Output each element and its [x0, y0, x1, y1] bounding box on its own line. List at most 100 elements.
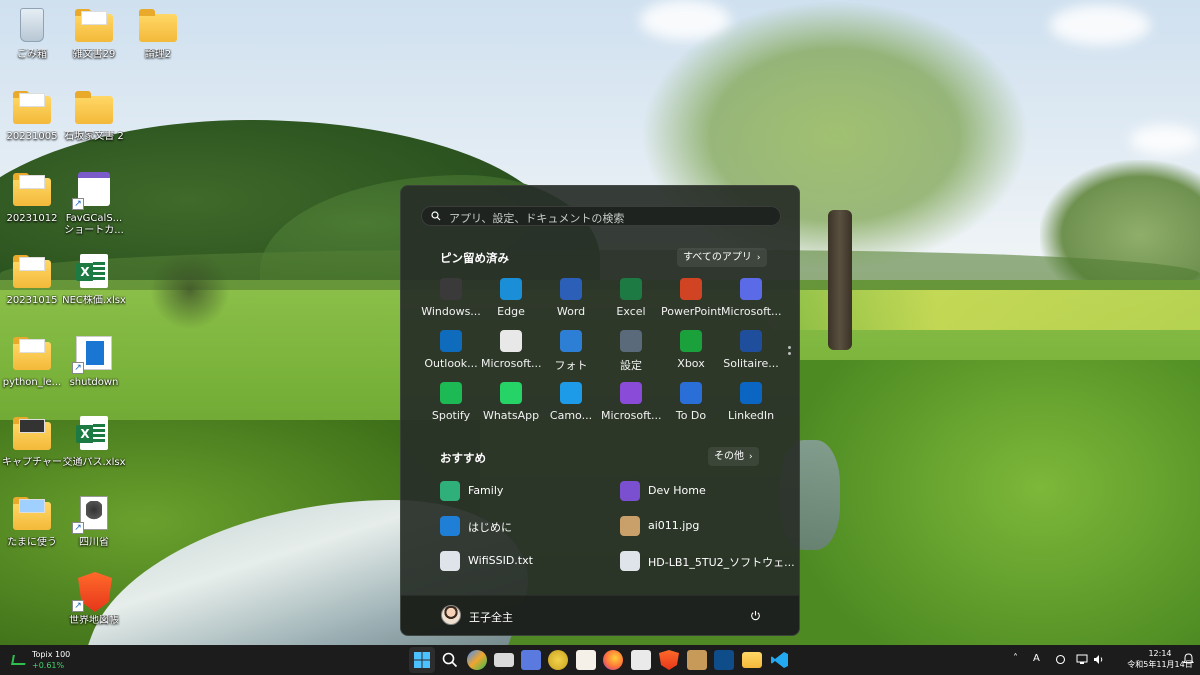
recommended-item-label: Family [468, 484, 504, 497]
pinned-app[interactable]: Microsoft... [601, 378, 661, 426]
desktop-icon-label: 20231005 [6, 131, 58, 142]
desktop-icon-label: python_le... [2, 377, 62, 388]
pinned-app[interactable]: WhatsApp [481, 378, 541, 426]
user-name[interactable]: 王子全主 [469, 609, 513, 625]
pinned-app[interactable]: Xbox [661, 326, 721, 374]
desktop-icon-folder[interactable]: 石坂家文書 2 [62, 88, 126, 143]
volume-icon[interactable] [1093, 654, 1105, 665]
notification-bell-icon[interactable] [1183, 653, 1194, 665]
desktop-icon-recycle-bin[interactable]: ごみ箱 [0, 6, 64, 61]
ime-indicator[interactable]: A [1033, 653, 1040, 664]
recommended-item[interactable]: はじめに [440, 512, 615, 540]
desktop-icon-label: 四川省 [79, 537, 109, 548]
avatar[interactable] [441, 605, 461, 625]
pinned-app-label: Xbox [677, 357, 705, 370]
desktop-icon-shortcut[interactable]: ↗ shutdown [62, 334, 126, 389]
vscode-icon[interactable] [770, 650, 790, 670]
all-apps-label: すべてのアプリ [683, 252, 752, 263]
all-apps-button[interactable]: すべてのアプリ › [677, 248, 767, 267]
pinned-app[interactable]: Solitaire... [721, 326, 781, 374]
pinned-app[interactable]: 設定 [601, 326, 661, 374]
pinned-app[interactable]: PowerPoint [661, 274, 721, 322]
pinned-app[interactable]: To Do [661, 378, 721, 426]
search-input[interactable]: アプリ、設定、ドキュメントの検索 [421, 206, 781, 226]
desktop-icon-label: キャプチャー [2, 457, 62, 468]
recommended-item-label: ai011.jpg [648, 519, 700, 532]
recommended-item[interactable]: HD-LB1_5TU2_ソフトウェ... [620, 547, 795, 575]
recommended-section-title: おすすめ [440, 451, 486, 465]
pinned-app[interactable]: Word [541, 274, 601, 322]
brave-browser-icon: ↗ [72, 572, 116, 612]
pinned-app[interactable]: LinkedIn [721, 378, 781, 426]
pinned-app-label: Microsoft... [721, 305, 781, 318]
recommended-item[interactable]: Family [440, 477, 615, 505]
search-placeholder: アプリ、設定、ドキュメントの検索 [449, 212, 625, 225]
start-button-icon[interactable] [412, 650, 432, 670]
pinned-app-label: 設定 [620, 359, 642, 372]
notepad-app-icon[interactable] [631, 650, 651, 670]
recommended-item[interactable]: ai011.jpg [620, 512, 795, 540]
pinned-app-label: Microsoft... [481, 357, 541, 370]
pinned-app[interactable]: Microsoft... [481, 326, 541, 374]
audio-app-icon[interactable] [576, 650, 596, 670]
camera-app-icon[interactable] [548, 650, 568, 670]
start-menu-footer: 王子全主 [401, 595, 799, 635]
network-icon[interactable] [1076, 654, 1088, 665]
wallpaper-tree-trunk [828, 210, 852, 350]
desktop-icon-folder[interactable]: 雑文書29 [62, 6, 126, 61]
desktop-icon-shortcut[interactable]: ↗ FavGCalS... ショートカ... [62, 170, 126, 237]
desktop-icon-folder[interactable]: 20231005 [0, 88, 64, 143]
recommended-item[interactable]: Dev Home [620, 477, 795, 505]
stock-chart-icon [11, 655, 27, 665]
task-view-icon[interactable] [494, 653, 514, 667]
app-icon [440, 382, 462, 404]
file-explorer-icon[interactable] [742, 652, 762, 668]
desktop-icon-label: shutdown [69, 377, 119, 388]
desktop-icon-folder[interactable]: 20231015 [0, 252, 64, 307]
image-viewer-icon[interactable] [687, 650, 707, 670]
shortcut-arrow-icon: ↗ [72, 522, 84, 534]
calendar-app-icon[interactable] [521, 650, 541, 670]
copilot-icon[interactable] [467, 650, 487, 670]
pinned-app-label: Edge [497, 305, 525, 318]
pinned-app[interactable]: Windows... [421, 274, 481, 322]
page-indicator[interactable] [788, 346, 792, 358]
desktop-icon-shortcut[interactable]: ↗ 四川省 [62, 494, 126, 549]
pinned-app-label: Excel [616, 305, 646, 318]
wallpaper-flowers [760, 290, 1200, 330]
folder-icon [72, 6, 116, 46]
desktop-icon-folder[interactable]: 20231012 [0, 170, 64, 225]
widget-title: Topix 100 [32, 650, 71, 659]
app-icon [620, 278, 642, 300]
folder-icon [10, 414, 54, 454]
desktop-icon-label: 雑文書29 [72, 49, 116, 60]
firefox-icon[interactable] [603, 650, 623, 670]
brave-browser-icon[interactable] [659, 650, 679, 670]
desktop-icon-excel-file[interactable]: X 交通パス.xlsx [62, 414, 126, 469]
desktop-icon-shortcut[interactable]: ↗ 世界地図帳 [62, 572, 126, 627]
pinned-app[interactable]: Microsoft... [721, 274, 781, 322]
pinned-app[interactable]: Edge [481, 274, 541, 322]
search-icon[interactable] [440, 650, 460, 670]
file-icon [440, 516, 460, 536]
desktop-icon-folder[interactable]: python_le... [0, 334, 64, 389]
pinned-app[interactable]: Outlook... [421, 326, 481, 374]
desktop-icon-folder[interactable]: たまに使う [0, 494, 64, 549]
more-button[interactable]: その他 › [708, 447, 759, 466]
desktop-icon-folder[interactable]: キャプチャー [0, 414, 64, 469]
app-installer-icon[interactable] [714, 650, 734, 670]
pinned-app[interactable]: Camo... [541, 378, 601, 426]
sync-icon[interactable] [1055, 654, 1066, 665]
app-icon [740, 330, 762, 352]
chevron-up-icon[interactable]: ˄ [1013, 653, 1018, 664]
widgets-stock-ticker[interactable]: Topix 100 +0.61% [11, 649, 82, 671]
wallpaper-cloud [1050, 5, 1150, 45]
power-icon[interactable] [750, 610, 761, 621]
desktop-icon-folder[interactable]: 論理2 [126, 6, 190, 61]
pinned-app[interactable]: Spotify [421, 378, 481, 426]
pinned-app[interactable]: Excel [601, 274, 661, 322]
wallpaper-grass [800, 360, 1200, 675]
desktop-icon-excel-file[interactable]: X NEC株価.xlsx [62, 252, 126, 307]
pinned-app[interactable]: フォト [541, 326, 601, 374]
recommended-item[interactable]: WifiSSID.txt [440, 547, 615, 575]
